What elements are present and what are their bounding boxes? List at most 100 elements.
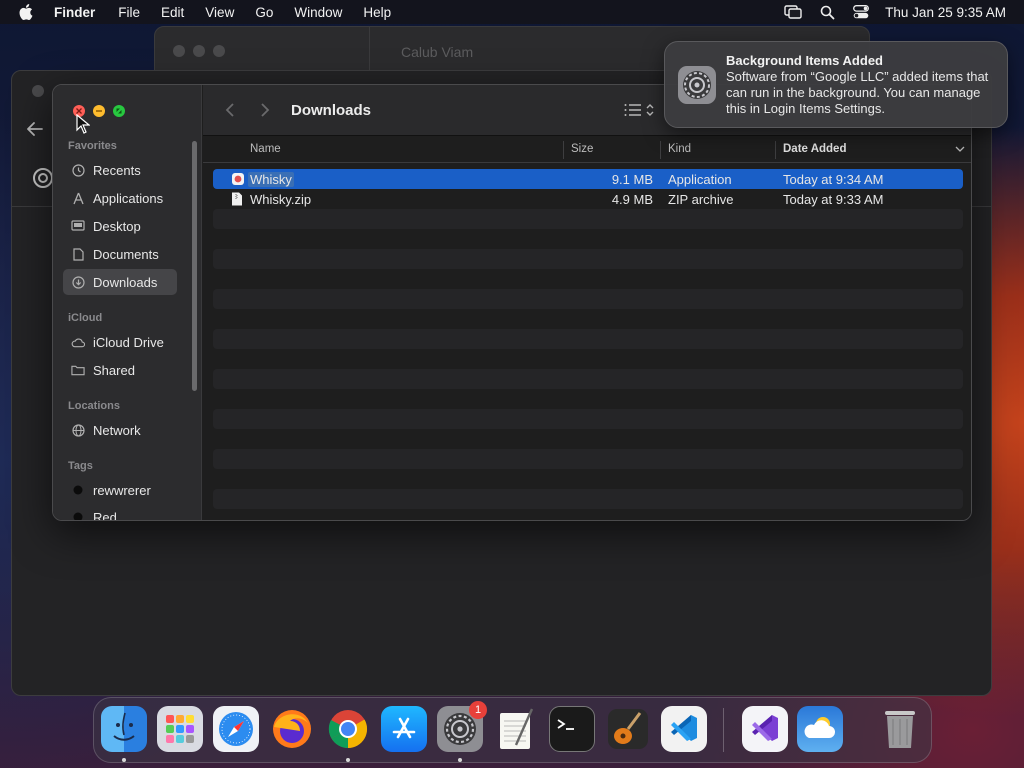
sidebar-section-locations: Locations	[68, 400, 120, 412]
zip-file-icon	[231, 192, 245, 206]
sidebar-item-label: Shared	[93, 362, 135, 378]
tag-dot-icon	[71, 483, 85, 497]
menu-file[interactable]: File	[118, 5, 140, 20]
sidebar-item-label: Red	[93, 509, 117, 521]
finder-icon[interactable]	[101, 706, 147, 752]
sidebar-section-tags: Tags	[68, 460, 93, 472]
sidebar-item-label: Applications	[93, 190, 164, 206]
sidebar-item-desktop[interactable]: Desktop	[63, 213, 177, 239]
document-icon	[71, 247, 85, 261]
sidebar-item-network[interactable]: Network	[63, 417, 177, 443]
sidebar-section-icloud: iCloud	[68, 312, 103, 324]
table-row[interactable]: Whisky.zip 4.9 MB ZIP archive Today at 9…	[213, 189, 963, 209]
back-arrow-icon[interactable]	[26, 121, 44, 140]
running-indicator	[122, 758, 126, 762]
empty-row	[213, 429, 963, 449]
back-button[interactable]	[225, 102, 235, 123]
sidebar-item-applications[interactable]: Applications	[63, 185, 177, 211]
visual-studio-icon[interactable]	[742, 706, 788, 752]
menubar-clock[interactable]: Thu Jan 25 9:35 AM	[885, 5, 1006, 20]
globe-icon	[71, 423, 85, 437]
table-row[interactable]: Whisky 9.1 MB Application Today at 9:34 …	[213, 169, 963, 189]
sidebar-item-downloads[interactable]: Downloads	[63, 269, 177, 295]
notification-badge: 1	[469, 701, 487, 719]
running-indicator	[458, 758, 462, 762]
shared-folder-icon	[71, 363, 85, 377]
column-date-added[interactable]: Date Added	[783, 143, 846, 155]
folder-title: Downloads	[291, 102, 372, 119]
list-view-icon	[624, 104, 641, 116]
sort-chevron-icon[interactable]	[955, 144, 965, 156]
finder-window[interactable]: Favorites Recents Applications Desktop D…	[52, 84, 972, 521]
menu-help[interactable]: Help	[363, 5, 391, 20]
safari-icon[interactable]	[213, 706, 259, 752]
empty-row	[213, 449, 963, 469]
sep	[563, 141, 564, 159]
tag-dot-icon	[71, 510, 85, 520]
system-settings-icon	[677, 65, 717, 105]
sidebar-item-label: Network	[93, 422, 141, 438]
sidebar-item-tag[interactable]: rewwrerer	[63, 477, 177, 503]
sidebar-item-recents[interactable]: Recents	[63, 157, 177, 183]
view-options-button[interactable]	[624, 103, 654, 117]
trash-icon[interactable]	[877, 706, 923, 752]
app-store-icon[interactable]	[381, 706, 427, 752]
dock: 1	[93, 697, 932, 763]
sep	[660, 141, 661, 159]
column-kind[interactable]: Kind	[668, 143, 691, 155]
sidebar-item-label: Recents	[93, 162, 141, 178]
search-icon[interactable]	[820, 5, 835, 20]
screen-mirroring-icon[interactable]	[784, 5, 802, 19]
empty-row	[213, 289, 963, 309]
notification-banner[interactable]: Background Items Added Software from “Go…	[664, 41, 1008, 128]
control-center-icon[interactable]	[853, 5, 870, 19]
empty-row	[213, 249, 963, 269]
minimize-button[interactable]	[93, 105, 105, 117]
app-icon	[231, 172, 245, 186]
visual-studio-code-icon[interactable]	[661, 706, 707, 752]
empty-row	[213, 309, 963, 329]
empty-row	[213, 389, 963, 409]
file-name[interactable]: Whisky.zip	[250, 192, 311, 207]
column-size[interactable]: Size	[571, 143, 593, 155]
file-name[interactable]: Whisky	[248, 172, 294, 187]
empty-row	[213, 489, 963, 509]
sidebar-section-favorites: Favorites	[68, 140, 117, 152]
maximize-button[interactable]	[113, 105, 125, 117]
launchpad-icon[interactable]	[157, 706, 203, 752]
forward-button[interactable]	[260, 102, 270, 123]
chrome-icon	[32, 167, 54, 192]
menu-edit[interactable]: Edit	[161, 5, 184, 20]
file-date: Today at 9:34 AM	[783, 172, 884, 187]
menu-go[interactable]: Go	[255, 5, 273, 20]
sidebar-scrollbar[interactable]	[192, 141, 197, 391]
column-header: Name Size Kind Date Added	[203, 137, 971, 163]
menu-window[interactable]: Window	[294, 5, 342, 20]
google-chrome-icon[interactable]	[325, 706, 371, 752]
terminal-icon[interactable]	[549, 706, 595, 752]
sep	[775, 141, 776, 159]
sidebar-item-icloud-drive[interactable]: iCloud Drive	[63, 329, 177, 355]
sidebar-item-documents[interactable]: Documents	[63, 241, 177, 267]
sidebar-item-shared[interactable]: Shared	[63, 357, 177, 383]
firefox-icon[interactable]	[269, 706, 315, 752]
cloud-icon	[71, 335, 85, 349]
apple-menu-icon[interactable]	[18, 4, 34, 20]
textedit-icon[interactable]	[493, 706, 539, 752]
file-size: 4.9 MB	[611, 192, 653, 207]
running-indicator	[346, 758, 350, 762]
empty-row	[213, 469, 963, 489]
empty-row	[213, 269, 963, 289]
desktop-icon	[71, 219, 85, 233]
garageband-icon[interactable]	[605, 706, 651, 752]
background-window-lights	[173, 45, 225, 57]
weather-icon[interactable]	[797, 706, 843, 752]
finder-sidebar: Favorites Recents Applications Desktop D…	[53, 85, 202, 520]
menu-view[interactable]: View	[205, 5, 234, 20]
empty-row	[213, 409, 963, 429]
menu-app-name[interactable]: Finder	[54, 5, 95, 20]
column-name[interactable]: Name	[250, 143, 281, 155]
file-size: 9.1 MB	[611, 172, 653, 187]
notification-body: Software from “Google LLC” added items t…	[726, 69, 989, 116]
sidebar-item-tag[interactable]: Red	[63, 504, 177, 521]
